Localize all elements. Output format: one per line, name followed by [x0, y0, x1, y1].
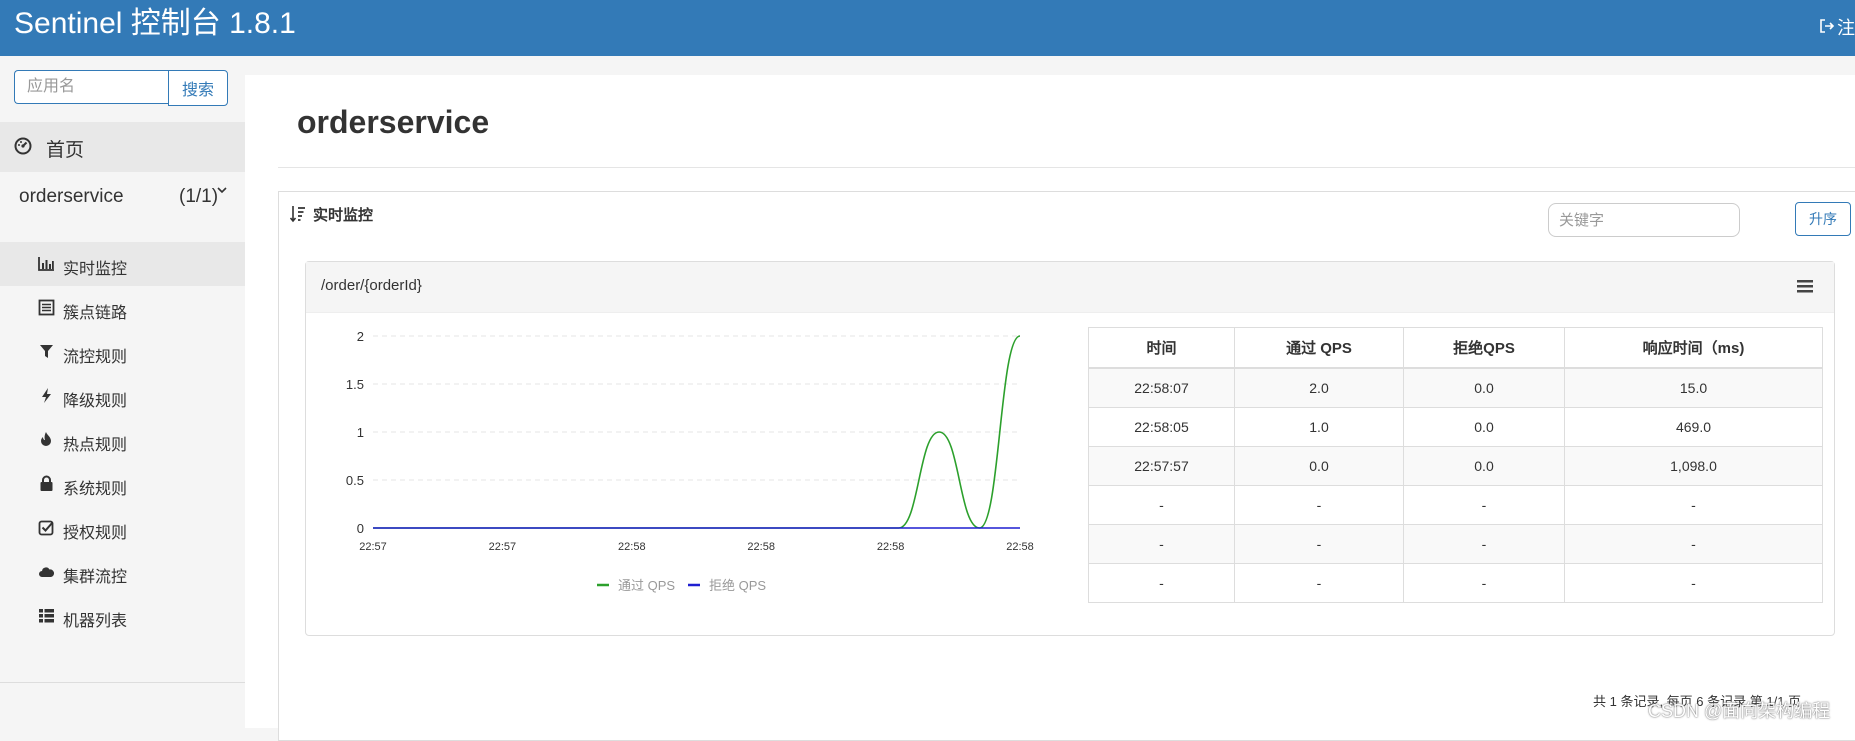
legend-label: 拒绝 QPS [709, 578, 766, 593]
y-tick-label: 1.5 [346, 377, 364, 392]
table-row: ---- [1088, 524, 1823, 564]
table-cell: - [1088, 485, 1235, 525]
metrics-table: 时间 通过 QPS 拒绝QPS 响应时间（ms) 22:58:07 2.0 0.0 1… [1088, 327, 1823, 603]
table-cell: - [1564, 485, 1823, 525]
table-cell: 22:57:57 [1088, 446, 1235, 486]
table-row: ---- [1088, 485, 1823, 525]
column-header: 拒绝QPS [1403, 327, 1565, 369]
table-cell: 0.0 [1403, 367, 1565, 408]
table-row: 22:58:05 1.0 0.0 469.0 [1088, 407, 1823, 447]
table-cell: 0.0 [1403, 407, 1565, 447]
table-cell: 1.0 [1234, 407, 1404, 447]
table-cell: - [1234, 524, 1404, 564]
y-tick-label: 0 [357, 521, 364, 536]
x-tick-label: 22:58 [747, 541, 775, 553]
table-cell: 2.0 [1234, 367, 1404, 408]
table-cell: - [1403, 563, 1565, 603]
table-cell: - [1234, 485, 1404, 525]
x-tick-label: 22:58 [1006, 541, 1034, 553]
table-cell: - [1564, 563, 1823, 603]
x-tick-label: 22:58 [618, 541, 646, 553]
y-tick-label: 0.5 [346, 473, 364, 488]
x-tick-label: 22:57 [489, 541, 517, 553]
table-header-row: 时间 通过 QPS 拒绝QPS 响应时间（ms) [1088, 327, 1823, 369]
table-cell: 15.0 [1564, 367, 1823, 408]
table-cell: - [1403, 485, 1565, 525]
x-tick-label: 22:58 [877, 541, 905, 553]
column-header: 时间 [1088, 327, 1235, 369]
y-tick-label: 2 [357, 329, 364, 344]
legend-label: 通过 QPS [618, 578, 675, 593]
column-header: 通过 QPS [1234, 327, 1404, 369]
table-cell: 0.0 [1234, 446, 1404, 486]
table-cell: - [1088, 524, 1235, 564]
table-cell: 0.0 [1403, 446, 1565, 486]
watermark: CSDN @面向架构编程 [1648, 701, 1831, 721]
table-row: 22:58:07 2.0 0.0 15.0 [1088, 367, 1823, 408]
table-cell: - [1088, 563, 1235, 603]
column-header: 响应时间（ms) [1564, 327, 1823, 369]
x-tick-label: 22:57 [359, 541, 387, 553]
table-cell: - [1234, 563, 1404, 603]
y-tick-label: 1 [357, 425, 364, 440]
table-cell: 469.0 [1564, 407, 1823, 447]
table-row: ---- [1088, 563, 1823, 603]
table-cell: 1,098.0 [1564, 446, 1823, 486]
table-row: 22:57:57 0.0 0.0 1,098.0 [1088, 446, 1823, 486]
table-cell: - [1564, 524, 1823, 564]
table-cell: - [1403, 524, 1565, 564]
table-cell: 22:58:07 [1088, 367, 1235, 408]
table-cell: 22:58:05 [1088, 407, 1235, 447]
